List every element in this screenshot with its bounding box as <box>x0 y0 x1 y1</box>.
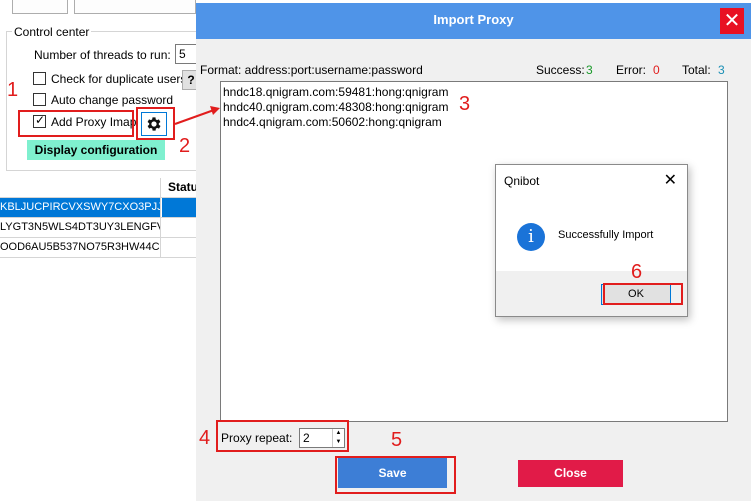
annotation-number-6: 6 <box>631 261 643 283</box>
grid-header: Statu <box>0 178 200 198</box>
check-duplicate-checkbox[interactable] <box>33 72 46 85</box>
annotation-box-2 <box>136 107 175 140</box>
accounts-grid: Statu KBLJUCPIRCVXSWY7CXO3PJJT LYGT3N5WL… <box>0 178 200 258</box>
success-label: Success: <box>536 63 585 77</box>
display-configuration-button[interactable]: Display configuration <box>27 140 165 160</box>
annotation-box-1 <box>18 110 134 137</box>
annotation-box-6 <box>603 283 683 305</box>
top-control-left[interactable] <box>12 0 68 14</box>
grid-cell <box>162 198 200 217</box>
main-window: Control center Number of threads to run:… <box>0 0 200 501</box>
annotation-number-1: 1 <box>7 79 19 101</box>
threads-label: Number of threads to run: <box>34 48 171 62</box>
dialog-title: Import Proxy <box>433 12 514 27</box>
annotation-number-3: 3 <box>459 93 471 115</box>
auto-change-password-checkbox[interactable] <box>33 93 46 106</box>
control-center-title: Control center <box>12 25 92 39</box>
dialog-titlebar: Import Proxy ✕ <box>196 3 751 39</box>
table-row[interactable]: KBLJUCPIRCVXSWY7CXO3PJJT <box>0 198 200 218</box>
annotation-box-4 <box>216 420 349 452</box>
proxy-line: hndc40.qnigram.com:48308:hong:qnigram <box>223 100 449 114</box>
annotation-number-2: 2 <box>179 135 191 157</box>
total-label: Total: <box>682 63 711 77</box>
grid-cell: OOD6AU5B537NO75R3HW44C7X <box>0 238 161 257</box>
top-control-right[interactable] <box>74 0 196 14</box>
grid-header-cell <box>0 178 161 197</box>
proxy-line: hndc18.qnigram.com:59481:hong:qnigram <box>223 85 449 99</box>
error-count: 0 <box>653 63 660 77</box>
annotation-number-4: 4 <box>199 427 211 449</box>
grid-cell <box>162 238 200 257</box>
table-row[interactable]: LYGT3N5WLS4DT3UY3LENGFV7 <box>0 218 200 238</box>
close-icon[interactable]: ✕ <box>720 8 744 34</box>
message-box-close-icon[interactable]: ✕ <box>664 170 677 190</box>
error-label: Error: <box>616 63 646 77</box>
format-label: Format: address:port:username:password <box>200 63 423 77</box>
annotation-number-5: 5 <box>391 429 403 451</box>
message-text: Successfully Import <box>558 229 654 241</box>
table-row[interactable]: OOD6AU5B537NO75R3HW44C7X <box>0 238 200 258</box>
check-duplicate-label: Check for duplicate users <box>51 72 187 86</box>
info-icon: i <box>517 223 545 251</box>
grid-cell: KBLJUCPIRCVXSWY7CXO3PJJT <box>0 198 161 217</box>
grid-cell: LYGT3N5WLS4DT3UY3LENGFV7 <box>0 218 161 237</box>
grid-header-status[interactable]: Statu <box>162 178 200 197</box>
auto-change-password-label: Auto change password <box>51 93 174 107</box>
total-count: 3 <box>718 63 725 77</box>
success-count: 3 <box>586 63 593 77</box>
grid-cell <box>162 218 200 237</box>
message-box-title: Qnibot <box>504 174 540 188</box>
proxy-line: hndc4.qnigram.com:50602:hong:qnigram <box>223 115 442 129</box>
annotation-box-5 <box>335 456 456 494</box>
close-button[interactable]: Close <box>518 460 623 487</box>
annotation-arrow <box>174 106 220 125</box>
